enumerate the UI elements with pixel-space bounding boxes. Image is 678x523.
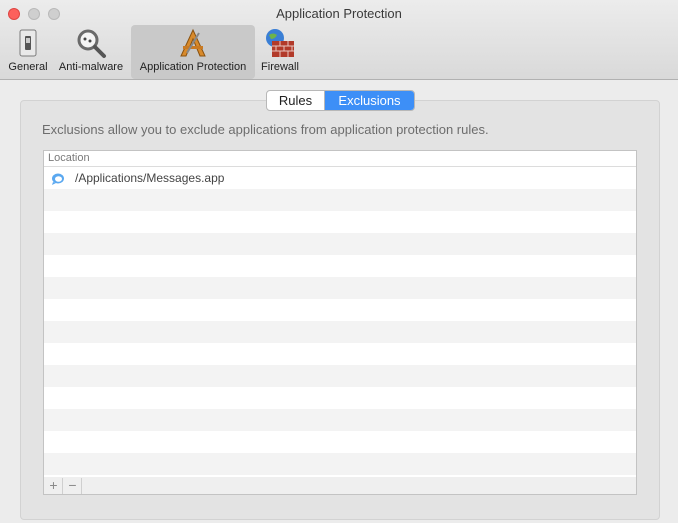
table-row xyxy=(44,277,636,299)
table-body: /Applications/Messages.app xyxy=(44,167,636,475)
switch-icon xyxy=(19,29,37,57)
table-row xyxy=(44,343,636,365)
table-row xyxy=(44,431,636,453)
table-row xyxy=(44,255,636,277)
table-row xyxy=(44,321,636,343)
table-row xyxy=(44,453,636,475)
table-row xyxy=(44,409,636,431)
column-header-location[interactable]: Location xyxy=(44,151,636,167)
exclusions-table: Location /Applications/Messages.app xyxy=(43,150,637,478)
toolbar-label: Firewall xyxy=(261,61,299,73)
title-bar: Application Protection General Anti-malw… xyxy=(0,0,678,80)
tab-rules[interactable]: Rules xyxy=(267,91,325,110)
add-button[interactable]: + xyxy=(45,478,63,494)
toolbar-item-general[interactable]: General xyxy=(6,25,50,79)
table-row xyxy=(44,211,636,233)
app-store-icon xyxy=(180,28,206,57)
toolbar-item-anti-malware[interactable]: Anti-malware xyxy=(55,25,127,79)
toolbar-label: General xyxy=(8,61,48,73)
table-footer: + − xyxy=(43,477,637,495)
table-row[interactable]: /Applications/Messages.app xyxy=(44,167,636,189)
tab-exclusions[interactable]: Exclusions xyxy=(325,91,414,110)
table-row xyxy=(44,365,636,387)
toolbar-item-firewall[interactable]: Firewall xyxy=(258,25,302,79)
table-row xyxy=(44,233,636,255)
messages-icon xyxy=(52,173,64,185)
firewall-icon xyxy=(266,29,294,57)
table-row xyxy=(44,299,636,321)
window-title: Application Protection xyxy=(276,6,402,21)
toolbar-item-application-protection[interactable]: Application Protection xyxy=(131,25,255,79)
toolbar-label: Application Protection xyxy=(139,61,247,73)
exclusions-description: Exclusions allow you to exclude applicat… xyxy=(42,122,489,137)
magnifier-icon xyxy=(77,29,106,58)
row-path: /Applications/Messages.app xyxy=(75,171,225,185)
segmented-control: Rules Exclusions xyxy=(266,90,415,111)
table-row xyxy=(44,387,636,409)
table-row xyxy=(44,189,636,211)
toolbar-label: Anti-malware xyxy=(58,61,124,73)
remove-button[interactable]: − xyxy=(64,478,82,494)
